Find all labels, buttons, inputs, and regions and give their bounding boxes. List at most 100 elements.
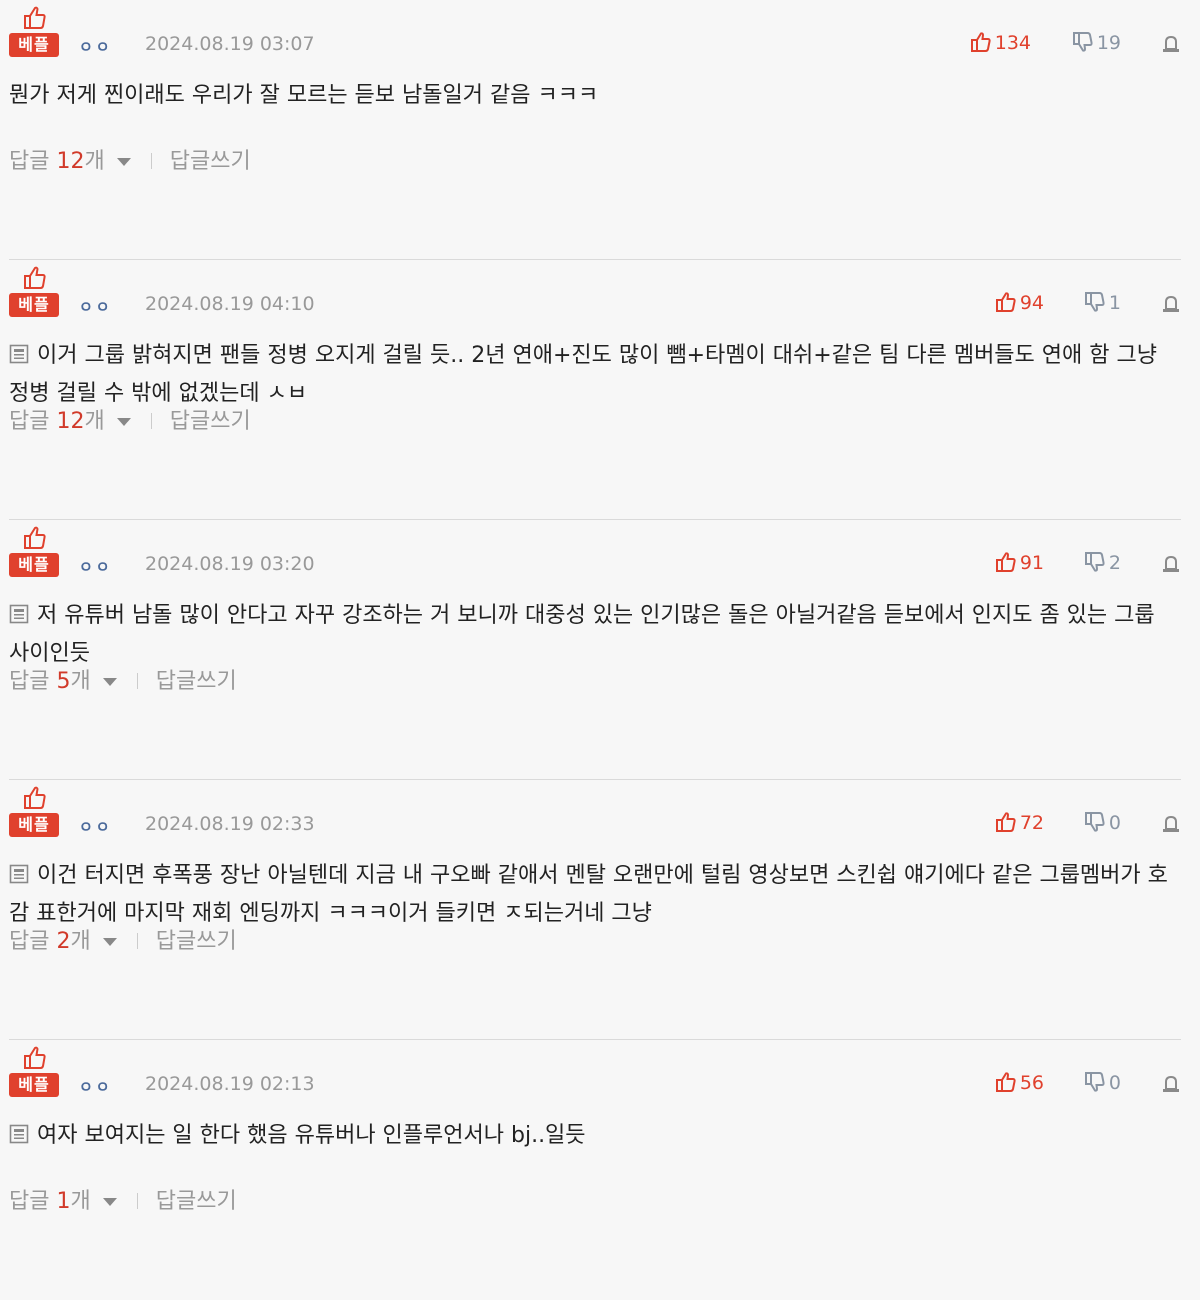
- report-icon: [1163, 815, 1179, 832]
- thumbs-down-icon: [1084, 552, 1105, 572]
- vote-area: 134 19: [970, 32, 1181, 58]
- reply-toggle-button[interactable]: 답글 1개: [9, 1189, 117, 1214]
- thumbs-down-icon: [1084, 812, 1105, 832]
- comment-date: 2024.08.19 04:10: [145, 293, 315, 315]
- divider: [150, 153, 152, 169]
- reply-unit: 개: [70, 929, 91, 954]
- upvote-count: 72: [1019, 812, 1044, 834]
- reply-bar: 답글 5개 답글쓰기: [9, 663, 237, 695]
- report-button[interactable]: [1161, 555, 1181, 577]
- author-nick[interactable]: ㅇㅇ: [79, 556, 113, 577]
- comment-text: 여자 보여지는 일 한다 했음 유튜버나 인플루언서나 bj..일듯: [37, 1123, 586, 1148]
- reply-toggle-button[interactable]: 답글 5개: [9, 669, 117, 694]
- report-icon: [1163, 1075, 1179, 1092]
- caret-down-icon: [116, 418, 131, 426]
- reply-label: 답글: [9, 149, 50, 174]
- thumbs-up-icon: [24, 526, 46, 549]
- comment-body: 이건 터지면 후폭풍 장난 아닐텐데 지금 내 구오빠 같애서 멘탈 오랜만에 …: [9, 858, 1181, 932]
- best-badge: 베플: [9, 266, 59, 320]
- downvote-button[interactable]: 0: [1084, 812, 1121, 834]
- best-label: 베플: [9, 813, 59, 837]
- caret-down-icon: [102, 678, 117, 686]
- write-reply-button[interactable]: 답글쓰기: [156, 669, 237, 694]
- write-reply-button[interactable]: 답글쓰기: [156, 929, 237, 954]
- reply-unit: 개: [84, 149, 105, 174]
- reply-unit: 개: [84, 409, 105, 434]
- best-label: 베플: [9, 553, 59, 577]
- thumbs-up-icon: [995, 1072, 1016, 1092]
- divider: [150, 413, 152, 429]
- reply-toggle-button[interactable]: 답글 2개: [9, 929, 117, 954]
- reply-label: 답글: [9, 1189, 50, 1214]
- upvote-button[interactable]: 94: [995, 292, 1044, 314]
- author-nick[interactable]: ㅇㅇ: [79, 816, 113, 837]
- comment-body: 여자 보여지는 일 한다 했음 유튜버나 인플루언서나 bj..일듯: [9, 1118, 1181, 1156]
- write-reply-button[interactable]: 답글쓰기: [156, 1189, 237, 1214]
- document-icon: [9, 340, 29, 376]
- document-icon: [9, 1120, 29, 1156]
- comment-item: 베플 ㅇㅇ 2024.08.19 04:10 94 1 이거 그룹 밝혀지면 팬…: [9, 260, 1181, 520]
- thumbs-up-icon: [24, 1046, 46, 1069]
- downvote-count: 2: [1108, 552, 1121, 574]
- downvote-button[interactable]: 2: [1084, 552, 1121, 574]
- comment-body: 뭔가 저게 찐이래도 우리가 잘 모르는 듣보 남돌일거 같음 ㅋㅋㅋ: [9, 78, 1181, 114]
- reply-count: 12: [56, 409, 85, 434]
- upvote-button[interactable]: 72: [995, 812, 1044, 834]
- author-nick[interactable]: ㅇㅇ: [79, 296, 113, 317]
- upvote-button[interactable]: 56: [995, 1072, 1044, 1094]
- upvote-button[interactable]: 134: [970, 32, 1031, 54]
- reply-count: 5: [56, 669, 71, 694]
- thumbs-up-icon: [970, 32, 991, 52]
- author-nick[interactable]: ㅇㅇ: [79, 36, 113, 57]
- divider: [136, 1193, 138, 1209]
- thumbs-up-icon: [24, 786, 46, 809]
- caret-down-icon: [102, 1198, 117, 1206]
- upvote-count: 134: [994, 32, 1031, 54]
- report-button[interactable]: [1161, 35, 1181, 57]
- author-nick[interactable]: ㅇㅇ: [79, 1076, 113, 1097]
- downvote-count: 0: [1108, 812, 1121, 834]
- divider: [136, 673, 138, 689]
- upvote-count: 91: [1019, 552, 1044, 574]
- vote-area: 91 2: [971, 552, 1181, 578]
- thumbs-down-icon: [1072, 32, 1093, 52]
- reply-bar: 답글 1개 답글쓰기: [9, 1183, 237, 1215]
- upvote-count: 94: [1019, 292, 1044, 314]
- write-reply-button[interactable]: 답글쓰기: [170, 149, 251, 174]
- comment-item: 베플 ㅇㅇ 2024.08.19 02:13 56 0 여자 보여지는 일 한다…: [9, 1040, 1181, 1300]
- write-reply-button[interactable]: 답글쓰기: [170, 409, 251, 434]
- best-badge: 베플: [9, 6, 59, 60]
- reply-bar: 답글 2개 답글쓰기: [9, 923, 237, 955]
- report-button[interactable]: [1161, 815, 1181, 837]
- report-button[interactable]: [1161, 295, 1181, 317]
- comment-item: 베플 ㅇㅇ 2024.08.19 02:33 72 0 이건 터지면 후폭풍 장…: [9, 780, 1181, 1040]
- downvote-button[interactable]: 19: [1072, 32, 1121, 54]
- vote-area: 72 0: [971, 812, 1181, 838]
- document-icon: [9, 600, 29, 636]
- best-badge: 베플: [9, 526, 59, 580]
- comment-item: 베플 ㅇㅇ 2024.08.19 03:20 91 2 저 유튜버 남돌 많이 …: [9, 520, 1181, 780]
- thumbs-down-icon: [1084, 292, 1105, 312]
- comment-text: 저 유튜버 남돌 많이 안다고 자꾸 강조하는 거 보니까 대중성 있는 인기많…: [9, 603, 1155, 666]
- best-label: 베플: [9, 293, 59, 317]
- downvote-button[interactable]: 1: [1084, 292, 1121, 314]
- reply-bar: 답글 12개 답글쓰기: [9, 403, 251, 435]
- comment-list: 베플 ㅇㅇ 2024.08.19 03:07 134 19 뭔가 저게 찐이래도…: [0, 0, 1200, 1300]
- comment-body: 저 유튜버 남돌 많이 안다고 자꾸 강조하는 거 보니까 대중성 있는 인기많…: [9, 598, 1181, 672]
- comment-body: 이거 그룹 밝혀지면 팬들 정병 오지게 걸릴 듯.. 2년 연애+진도 많이 …: [9, 338, 1181, 412]
- comment-text: 뭔가 저게 찐이래도 우리가 잘 모르는 듣보 남돌일거 같음 ㅋㅋㅋ: [9, 83, 599, 108]
- comment-text: 이거 그룹 밝혀지면 팬들 정병 오지게 걸릴 듯.. 2년 연애+진도 많이 …: [9, 343, 1157, 406]
- thumbs-up-icon: [24, 266, 46, 289]
- upvote-button[interactable]: 91: [995, 552, 1044, 574]
- report-icon: [1163, 35, 1179, 52]
- best-label: 베플: [9, 1073, 59, 1097]
- downvote-button[interactable]: 0: [1084, 1072, 1121, 1094]
- reply-unit: 개: [70, 669, 91, 694]
- reply-count: 1: [56, 1189, 71, 1214]
- downvote-count: 19: [1096, 32, 1121, 54]
- reply-label: 답글: [9, 669, 50, 694]
- reply-toggle-button[interactable]: 답글 12개: [9, 149, 131, 174]
- report-button[interactable]: [1161, 1075, 1181, 1097]
- thumbs-up-icon: [995, 292, 1016, 312]
- reply-toggle-button[interactable]: 답글 12개: [9, 409, 131, 434]
